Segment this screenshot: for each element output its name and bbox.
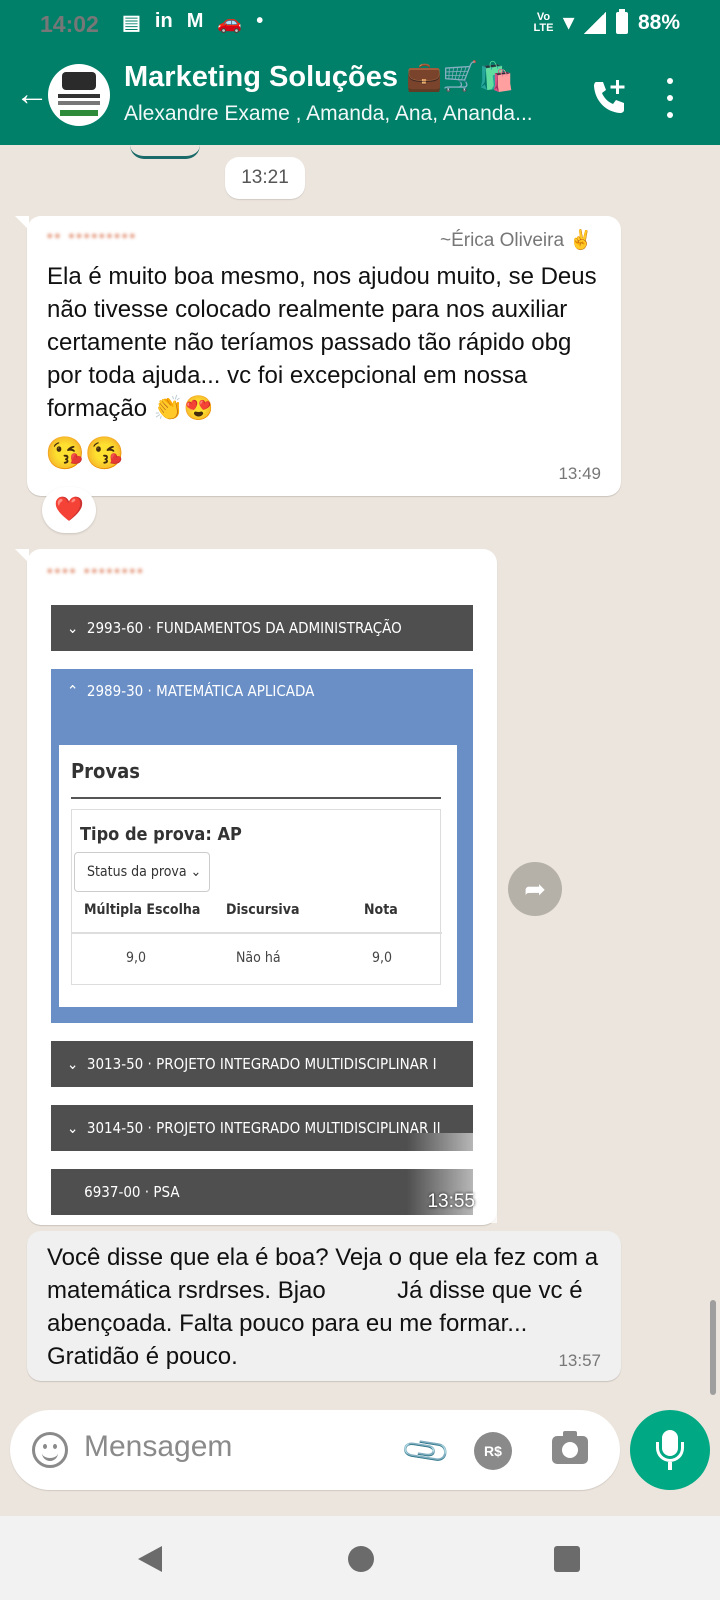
col-header: Discursiva bbox=[226, 902, 300, 918]
car-icon: 🚗 bbox=[217, 12, 243, 34]
battery-percent: 88% bbox=[637, 10, 680, 34]
message-input[interactable]: Mensagem bbox=[84, 1430, 232, 1464]
col-header: Nota bbox=[364, 902, 398, 918]
camera-icon[interactable] bbox=[552, 1431, 588, 1464]
message-author: ~Érica Oliveira ✌️ bbox=[439, 230, 593, 251]
mic-button[interactable] bbox=[630, 1410, 710, 1490]
accordion-item: ⌄ 2993-60 · FUNDAMENTOS DA ADMINISTRAÇÃO bbox=[51, 605, 473, 651]
grades-card: Tipo de prova: AP Status da prova ⌄ Múlt… bbox=[71, 809, 442, 985]
chat-area[interactable]: 13:21 •• ••••••••• ~Érica Oliveira ✌️ El… bbox=[0, 145, 720, 1407]
sticker-fragment bbox=[130, 145, 200, 159]
accordion-item: ⌄ 3013-50 · PROJETO INTEGRADO MULTIDISCI… bbox=[51, 1041, 473, 1087]
grade-value: Não há bbox=[236, 950, 281, 966]
linkedin-icon: in bbox=[154, 10, 173, 32]
message-time: 13:55 bbox=[427, 1191, 475, 1212]
add-call-icon[interactable] bbox=[588, 76, 630, 118]
wifi-icon: ▾ bbox=[563, 11, 574, 34]
attach-icon[interactable]: 📎 bbox=[398, 1424, 453, 1479]
message-time: 13:49 bbox=[558, 464, 601, 483]
more-options-icon[interactable] bbox=[664, 78, 676, 118]
group-title[interactable]: Marketing Soluções 💼🛒🛍️ bbox=[124, 60, 514, 94]
heart-reaction-icon[interactable]: ❤️ bbox=[42, 487, 96, 533]
panel-title: Provas bbox=[71, 759, 141, 783]
nav-back-icon[interactable] bbox=[138, 1546, 162, 1572]
grade-value: 9,0 bbox=[126, 950, 147, 966]
message-time: 13:57 bbox=[558, 1351, 601, 1370]
message-emojis: 😘😘 bbox=[45, 435, 125, 471]
system-icons: Vo LTE ▾ 88% bbox=[533, 8, 680, 35]
emoji-icon[interactable] bbox=[32, 1432, 68, 1468]
group-members[interactable]: Alexandre Exame , Amanda, Ana, Ananda... bbox=[124, 102, 533, 126]
group-avatar[interactable] bbox=[48, 64, 110, 126]
message-text: Ela é muito boa mesmo, nos ajudou muito,… bbox=[47, 263, 597, 422]
status-bar: 14:02 ▤ in M 🚗 • Vo LTE ▾ 88% bbox=[0, 0, 720, 50]
payment-icon[interactable]: R$ bbox=[474, 1432, 512, 1470]
blurred-name bbox=[332, 1281, 391, 1302]
status-select: Status da prova ⌄ bbox=[74, 852, 210, 892]
sender-phone-blurred: •••• •••••••• bbox=[47, 563, 145, 580]
scrollbar[interactable] bbox=[710, 1300, 716, 1395]
message-text: Você disse que ela é boa? Veja o que ela… bbox=[47, 1244, 599, 1370]
grades-panel: Provas Tipo de prova: AP Status da prova… bbox=[59, 745, 457, 1007]
exam-type: Tipo de prova: AP bbox=[80, 824, 242, 845]
message-bubble[interactable]: Você disse que ela é boa? Veja o que ela… bbox=[27, 1231, 621, 1381]
date-chip: 13:21 bbox=[225, 157, 305, 199]
back-arrow-icon[interactable]: ← bbox=[12, 74, 52, 114]
col-header: Múltipla Escolha bbox=[84, 902, 201, 918]
image-message-bubble[interactable]: •••• •••••••• ⌄ 2993-60 · FUNDAMENTOS DA… bbox=[15, 549, 497, 1225]
volte-icon: Vo LTE bbox=[533, 10, 554, 34]
more-notifications-icon: • bbox=[256, 10, 264, 32]
notification-icons: ▤ in M 🚗 • bbox=[122, 10, 263, 35]
battery-icon bbox=[615, 8, 628, 34]
message-bubble[interactable]: •• ••••••••• ~Érica Oliveira ✌️ Ela é mu… bbox=[15, 216, 621, 496]
chat-header: ← Marketing Soluções 💼🛒🛍️ Alexandre Exam… bbox=[0, 50, 720, 145]
message-composer: Mensagem 📎 R$ bbox=[10, 1410, 620, 1490]
sender-phone-blurred: •• ••••••••• bbox=[47, 228, 138, 245]
screenshot-image[interactable]: ⌄ 2993-60 · FUNDAMENTOS DA ADMINISTRAÇÃO… bbox=[51, 605, 477, 1219]
gmail-icon: M bbox=[186, 10, 204, 32]
nav-recents-icon[interactable] bbox=[554, 1546, 580, 1572]
signal-icon bbox=[583, 11, 606, 34]
nav-home-icon[interactable] bbox=[348, 1546, 374, 1572]
accordion-item-open: ⌃ 2989-30 · MATEMÁTICA APLICADA Provas T… bbox=[51, 669, 473, 1023]
grade-value: 9,0 bbox=[372, 950, 393, 966]
forward-icon[interactable]: ➦ bbox=[508, 862, 562, 916]
navigation-bar bbox=[0, 1516, 720, 1600]
message-notification-icon: ▤ bbox=[122, 12, 141, 34]
